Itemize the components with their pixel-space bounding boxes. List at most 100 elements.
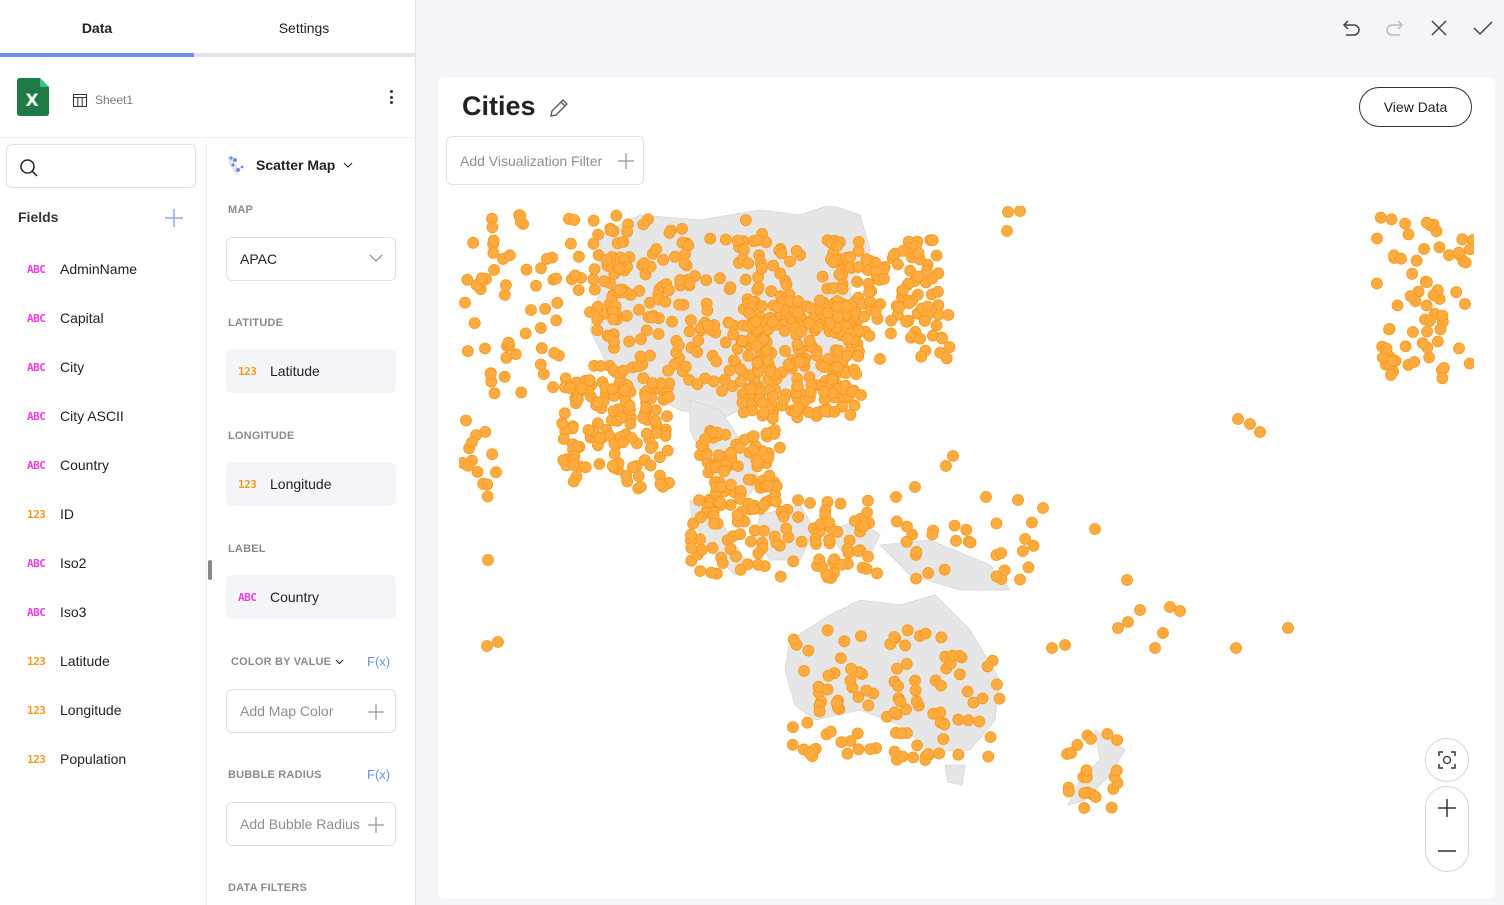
city-marker[interactable] <box>1436 309 1449 322</box>
city-marker[interactable] <box>891 662 903 675</box>
field-item[interactable]: ABC Country <box>0 445 206 485</box>
zoom-in-icon[interactable] <box>1426 787 1468 829</box>
city-marker[interactable] <box>547 381 559 394</box>
city-marker[interactable] <box>1371 277 1383 290</box>
city-marker[interactable] <box>716 384 728 397</box>
city-marker[interactable] <box>803 317 816 329</box>
city-marker[interactable] <box>961 685 974 698</box>
city-marker[interactable] <box>795 535 808 548</box>
city-marker[interactable] <box>1014 206 1026 217</box>
radius-formula-button[interactable]: F(x) <box>367 767 390 782</box>
field-item[interactable]: 123 ID <box>0 494 206 534</box>
city-marker[interactable] <box>1230 642 1242 654</box>
city-marker[interactable] <box>579 461 592 474</box>
city-marker[interactable] <box>990 570 1003 583</box>
city-marker[interactable] <box>947 450 959 462</box>
city-marker[interactable] <box>786 721 799 734</box>
sheet-selector[interactable]: Sheet1 <box>73 93 133 107</box>
city-marker[interactable] <box>780 278 793 291</box>
city-marker[interactable] <box>930 249 943 262</box>
city-marker[interactable] <box>901 624 914 637</box>
city-marker[interactable] <box>773 441 786 454</box>
city-marker[interactable] <box>852 324 865 337</box>
city-marker[interactable] <box>922 748 935 760</box>
city-marker[interactable] <box>737 406 750 419</box>
scrollbar-thumb[interactable] <box>208 560 212 580</box>
city-marker[interactable] <box>742 349 755 362</box>
city-marker[interactable] <box>613 262 626 275</box>
city-marker[interactable] <box>588 263 601 276</box>
city-marker[interactable] <box>762 451 775 464</box>
city-marker[interactable] <box>844 674 857 687</box>
city-marker[interactable] <box>824 725 837 738</box>
city-marker[interactable] <box>852 350 865 363</box>
city-marker[interactable] <box>1085 733 1097 745</box>
city-marker[interactable] <box>890 515 903 528</box>
city-marker[interactable] <box>871 567 884 580</box>
city-marker[interactable] <box>852 743 865 756</box>
city-marker[interactable] <box>910 695 923 708</box>
city-marker[interactable] <box>525 304 537 316</box>
city-marker[interactable] <box>953 668 966 681</box>
city-marker[interactable] <box>718 465 731 478</box>
city-marker[interactable] <box>669 250 681 263</box>
city-marker[interactable] <box>467 236 480 249</box>
city-marker[interactable] <box>784 255 796 268</box>
city-marker[interactable] <box>646 377 659 390</box>
field-item[interactable]: ABC City ASCII <box>0 396 206 436</box>
city-marker[interactable] <box>587 237 600 250</box>
city-marker[interactable] <box>479 342 491 355</box>
city-marker[interactable] <box>693 494 706 507</box>
city-marker[interactable] <box>632 470 645 483</box>
city-marker[interactable] <box>751 457 764 469</box>
city-marker[interactable] <box>794 355 806 368</box>
city-marker[interactable] <box>940 352 953 365</box>
city-marker[interactable] <box>1410 254 1423 267</box>
city-marker[interactable] <box>822 669 835 682</box>
city-marker[interactable] <box>530 279 542 292</box>
city-marker[interactable] <box>1017 545 1029 558</box>
city-marker[interactable] <box>1089 791 1102 803</box>
city-marker[interactable] <box>816 561 829 574</box>
city-marker[interactable] <box>823 516 836 529</box>
city-marker[interactable] <box>587 273 600 286</box>
city-marker[interactable] <box>810 537 822 550</box>
city-marker[interactable] <box>534 358 547 371</box>
city-marker[interactable] <box>1416 337 1429 350</box>
city-marker[interactable] <box>1121 574 1133 586</box>
city-marker[interactable] <box>535 342 548 355</box>
city-marker[interactable] <box>620 310 633 322</box>
city-marker[interactable] <box>657 253 670 266</box>
city-marker[interactable] <box>705 566 718 579</box>
add-bubble-radius-slot[interactable]: Add Bubble Radius <box>226 802 396 846</box>
city-marker[interactable] <box>484 367 497 380</box>
city-marker[interactable] <box>558 407 571 420</box>
city-marker[interactable] <box>763 469 776 482</box>
city-marker[interactable] <box>786 738 799 751</box>
city-marker[interactable] <box>914 332 927 345</box>
city-marker[interactable] <box>936 332 949 345</box>
city-marker[interactable] <box>731 460 744 473</box>
city-marker[interactable] <box>948 519 961 532</box>
city-marker[interactable] <box>673 298 686 311</box>
field-item[interactable]: ABC AdminName <box>0 249 206 289</box>
city-marker[interactable] <box>1254 426 1266 438</box>
city-marker[interactable] <box>976 692 989 705</box>
city-marker[interactable] <box>666 315 678 328</box>
city-marker[interactable] <box>1423 351 1435 364</box>
latitude-field-pill[interactable]: 123 Latitude <box>226 349 396 393</box>
city-marker[interactable] <box>742 473 755 486</box>
city-marker[interactable] <box>1374 211 1387 224</box>
city-marker[interactable] <box>739 214 752 227</box>
city-marker[interactable] <box>733 441 746 454</box>
city-marker[interactable] <box>792 494 805 507</box>
city-marker[interactable] <box>810 349 823 362</box>
city-marker[interactable] <box>568 214 580 226</box>
city-marker[interactable] <box>487 247 500 259</box>
city-marker[interactable] <box>940 460 952 472</box>
city-marker[interactable] <box>1408 356 1421 368</box>
city-marker[interactable] <box>767 259 780 272</box>
city-marker[interactable] <box>716 557 729 570</box>
city-marker[interactable] <box>1421 325 1433 338</box>
city-marker[interactable] <box>827 256 840 269</box>
